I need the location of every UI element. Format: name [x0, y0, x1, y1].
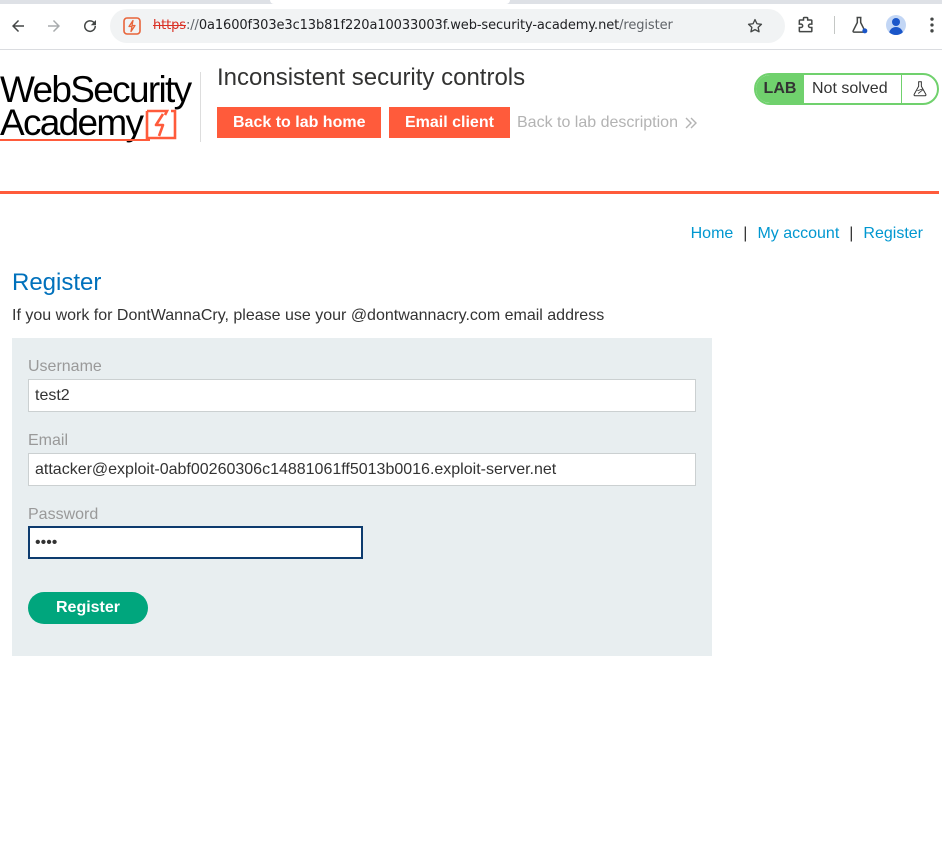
menu-kebab-icon[interactable] — [922, 15, 942, 35]
nav-register-link[interactable]: Register — [863, 225, 923, 242]
browser-toolbar: https://0a1600f303e3c13b81f220a10033003f… — [0, 0, 942, 50]
logo-lightning-icon — [145, 109, 177, 140]
extensions-puzzle-icon[interactable] — [796, 15, 816, 35]
site-lightning-icon — [123, 17, 141, 35]
reload-icon[interactable] — [78, 14, 102, 38]
nav-my-account-link[interactable]: My account — [757, 225, 839, 242]
lab-badge: LAB — [756, 75, 804, 103]
logo-text-line2: Academy — [0, 102, 144, 143]
register-form: Username test2 Email attacker@exploit-0a… — [12, 338, 712, 656]
address-bar[interactable]: https://0a1600f303e3c13b81f220a10033003f… — [110, 9, 785, 43]
back-arrow-icon[interactable] — [6, 14, 30, 38]
email-client-button[interactable]: Email client — [389, 107, 510, 138]
url-host: 0a1600f303e3c13b81f220a10033003f.web-sec… — [198, 18, 620, 33]
username-label: Username — [28, 358, 102, 375]
url-text: https://0a1600f303e3c13b81f220a10033003f… — [153, 18, 673, 33]
register-submit-button[interactable]: Register — [28, 592, 148, 624]
register-instructions: If you work for DontWannaCry, please use… — [12, 307, 605, 324]
email-input[interactable]: attacker@exploit-0abf00260306c14881061ff… — [28, 453, 696, 486]
nav-separator: | — [849, 225, 854, 242]
tab-strip — [0, 0, 942, 4]
nav-home-link[interactable]: Home — [691, 225, 734, 242]
toolbar-divider — [834, 16, 835, 34]
email-label: Email — [28, 432, 69, 449]
back-to-lab-description-link[interactable]: Back to lab description — [517, 114, 698, 132]
page-title: Register — [12, 269, 102, 296]
double-chevron-right-icon — [685, 117, 697, 129]
password-input[interactable]: •••• — [28, 526, 363, 559]
url-scheme: https — [153, 18, 186, 33]
lab-title: Inconsistent security controls — [217, 64, 526, 91]
account-nav: Home | My account | Register — [691, 225, 923, 243]
lab-status-text: Not solved — [812, 80, 888, 97]
forward-arrow-icon[interactable] — [42, 14, 66, 38]
back-to-lab-description-label: Back to lab description — [517, 114, 678, 131]
url-path: /register — [619, 18, 673, 33]
profile-avatar[interactable] — [886, 15, 906, 35]
back-to-lab-home-button[interactable]: Back to lab home — [217, 107, 382, 138]
password-label: Password — [28, 506, 99, 523]
lab-flask-icon — [901, 75, 937, 103]
header-rule — [0, 191, 939, 194]
labs-flask-icon[interactable] — [849, 15, 869, 35]
web-security-academy-logo[interactable]: WebSecurity Academy — [0, 70, 200, 145]
logo-underline — [0, 139, 150, 141]
bookmark-star-icon[interactable] — [746, 17, 764, 35]
lab-status-widget: LAB Not solved — [754, 73, 939, 105]
url-separator: :// — [185, 18, 199, 33]
header-divider — [200, 72, 201, 142]
active-tab[interactable] — [270, 0, 510, 4]
nav-separator: | — [743, 225, 748, 242]
username-input[interactable]: test2 — [28, 379, 696, 412]
lab-header: WebSecurity Academy Inconsistent securit… — [0, 50, 942, 195]
